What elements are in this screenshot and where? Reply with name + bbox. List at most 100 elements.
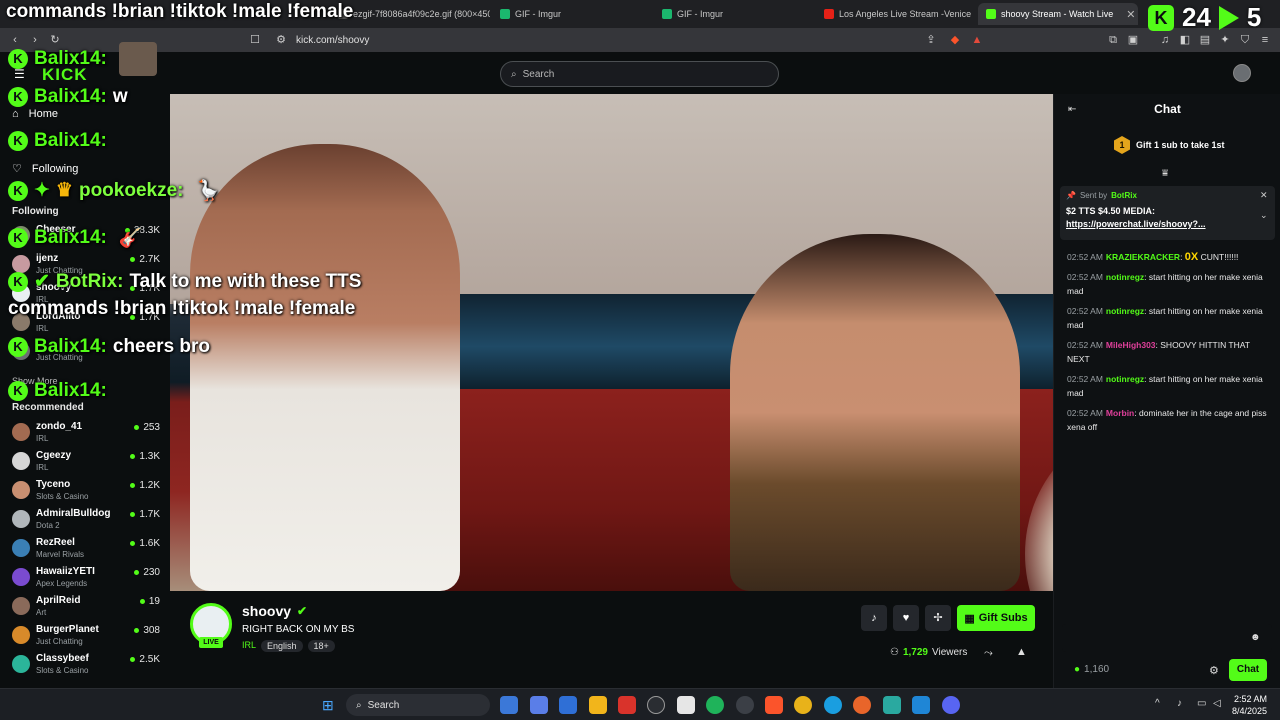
vpn-icon[interactable]: ⛉ — [1238, 33, 1252, 47]
channel-viewers: 1.2K — [130, 480, 160, 491]
message-user[interactable]: notinregz — [1106, 306, 1144, 316]
message-user[interactable]: KRAZIEKRACKER — [1106, 252, 1180, 262]
channel-viewers: 308 — [134, 625, 160, 636]
points-value: 1,160 — [1084, 664, 1110, 675]
sidebar-channel[interactable]: zondo_41 IRL 253 — [10, 419, 160, 447]
sidebar-channel[interactable]: Cgeezy IRL 1.3K — [10, 448, 160, 476]
microphone-icon[interactable]: ♪ — [1177, 698, 1182, 709]
vscode-icon[interactable] — [912, 696, 930, 714]
discord-icon[interactable] — [942, 696, 960, 714]
browser-tab[interactable]: GIF - Imgur — [654, 3, 814, 25]
file-explorer-icon[interactable] — [589, 696, 607, 714]
share-icon[interactable]: ⇪ — [924, 33, 938, 47]
menu-icon[interactable]: ≡ — [1258, 33, 1272, 47]
rewards-icon[interactable]: ▲ — [970, 33, 984, 47]
kick-badge-icon: K — [8, 49, 28, 69]
windows-start-icon[interactable]: ⊞ — [322, 697, 334, 714]
close-tab-icon[interactable]: ✕ — [1126, 8, 1135, 21]
wallet-icon[interactable]: ▤ — [1198, 33, 1212, 47]
clock-app-icon[interactable] — [647, 696, 665, 714]
sidebar-channel[interactable]: HawaiizYETI Apex Legends 230 — [10, 564, 160, 592]
follow-button[interactable]: ♥ — [893, 605, 919, 631]
app-icon[interactable] — [618, 696, 636, 714]
app-icon[interactable] — [677, 696, 695, 714]
sidebar-channel[interactable]: Classybeef Slots & Casino 2.5K — [10, 651, 160, 679]
browser-tab-active[interactable]: shoovy Stream - Watch Live ✕ — [978, 3, 1138, 25]
app-icon[interactable] — [736, 696, 754, 714]
bookmark-icon[interactable]: ☐ — [248, 33, 262, 47]
channel-viewers: 1.3K — [130, 451, 160, 462]
notification-bell-button[interactable]: ♪ — [861, 605, 887, 631]
streamer-name-row[interactable]: shoovy ✔ — [242, 603, 307, 619]
clip-button[interactable]: ✢ — [925, 605, 951, 631]
chat-input[interactable]: ☻ — [1062, 624, 1272, 652]
site-info-icon[interactable]: ⚙ — [274, 33, 288, 47]
address-bar[interactable]: ☐ ⚙ kick.com/shoovy — [244, 31, 994, 49]
sidebar-channel[interactable]: RezReel Marvel Rivals 1.6K — [10, 535, 160, 563]
pinned-link[interactable]: https://powerchat.live/shoovy?... — [1066, 219, 1206, 229]
edge-icon[interactable] — [824, 696, 842, 714]
stream-category[interactable]: IRL — [242, 640, 256, 652]
app-icon[interactable] — [883, 696, 901, 714]
gift-subs-button[interactable]: ▦ Gift Subs — [957, 605, 1035, 631]
brave-shield-icon[interactable]: ◆ — [948, 33, 962, 47]
user-avatar[interactable] — [1233, 64, 1251, 82]
channel-category: Just Chatting — [36, 637, 83, 646]
gift-leaderboard[interactable]: 1 Gift 1 sub to take 1st — [1114, 136, 1225, 154]
live-dot-icon — [130, 512, 136, 517]
share-icon[interactable]: ⤳ — [984, 647, 993, 660]
channel-points[interactable]: ● 1,160 — [1074, 664, 1109, 675]
sidebar-channel[interactable]: Tyceno Slots & Casino 1.2K — [10, 477, 160, 505]
nav-home[interactable]: ⌂ Home — [12, 108, 58, 120]
browser-tab[interactable]: Los Angeles Live Stream -Venice — [816, 3, 976, 25]
tray-chevron-icon[interactable]: ^ — [1155, 698, 1160, 709]
emoji-icon[interactable]: ☻ — [1250, 632, 1261, 643]
stream-tag[interactable]: 18+ — [307, 640, 335, 652]
chat-title: Chat — [1154, 102, 1181, 116]
stream-tag[interactable]: English — [261, 640, 303, 652]
sidebar-channel[interactable]: BurgerPlanet Just Chatting 308 — [10, 622, 160, 650]
brave-icon[interactable] — [765, 696, 783, 714]
channel-category: Slots & Casino — [36, 492, 89, 501]
report-icon[interactable]: ▲ — [1016, 646, 1027, 658]
sidebar-channel[interactable]: AdmiralBulldog Dota 2 1.7K — [10, 506, 160, 534]
sidebar-channel[interactable]: AprilReid Art 19 — [10, 593, 160, 621]
teams-icon[interactable] — [530, 696, 548, 714]
viewer-count: 19 — [148, 596, 160, 607]
firefox-icon[interactable] — [853, 696, 871, 714]
remote-app-icon[interactable] — [559, 696, 577, 714]
points-icon: ● — [1074, 664, 1081, 675]
message-user[interactable]: MileHigh303 — [1106, 340, 1156, 350]
extensions-icon[interactable]: ⧉ — [1106, 33, 1120, 47]
verified-icon: ✔ — [297, 604, 308, 618]
chat-settings-icon[interactable]: ⚙ — [1209, 664, 1219, 677]
message-user[interactable]: notinregz — [1106, 374, 1144, 384]
task-view-icon[interactable] — [500, 696, 518, 714]
taskbar-search[interactable]: ⌕ Search — [346, 694, 490, 716]
volume-icon[interactable]: ◁ — [1213, 698, 1221, 709]
unpin-icon[interactable]: ✕ — [1260, 190, 1268, 201]
browser-tab[interactable]: GIF - Imgur — [492, 3, 652, 25]
message-user[interactable]: notinregz — [1106, 272, 1144, 282]
message-user[interactable]: Morbin — [1106, 408, 1134, 418]
viewer-count: 308 — [143, 625, 160, 636]
filter-icon[interactable]: ⩸ — [1162, 168, 1168, 179]
expand-icon[interactable]: ⌄ — [1260, 210, 1268, 221]
kick-favicon-icon — [986, 9, 996, 19]
screenshot-icon[interactable]: ▣ — [1126, 33, 1140, 47]
taskbar-clock[interactable]: 2:52 AM 8/4/2025 — [1232, 693, 1267, 717]
send-chat-button[interactable]: Chat — [1229, 659, 1267, 681]
leo-icon[interactable]: ✦ — [1218, 33, 1232, 47]
network-icon[interactable]: ▭ — [1197, 698, 1206, 709]
overlay-user: Balix14: — [34, 48, 107, 69]
search-input[interactable]: ⌕ Search — [500, 61, 779, 87]
kick-badge-icon: K — [8, 271, 28, 292]
sidebar-icon[interactable]: ◧ — [1178, 33, 1192, 47]
video-player[interactable] — [170, 94, 1053, 591]
browser-tab[interactable]: ezgif-7f8086a4f09c2e.gif (800×450) — [330, 3, 490, 25]
nav-following[interactable]: ♡ Following — [12, 162, 78, 176]
overlay-text: cheers bro — [112, 336, 211, 357]
app-icon[interactable] — [706, 696, 724, 714]
music-icon[interactable]: ♫ — [1158, 33, 1172, 47]
chrome-icon[interactable] — [794, 696, 812, 714]
